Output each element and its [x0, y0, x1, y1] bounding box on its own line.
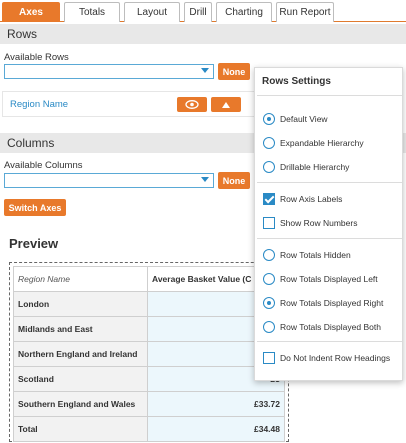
option-row-totals-both[interactable]: Row Totals Displayed Both	[263, 321, 381, 333]
option-label: Row Totals Hidden	[280, 250, 351, 260]
columns-none-button[interactable]: None	[218, 172, 250, 189]
table-row-total: Total £34.48	[13, 416, 285, 442]
preview-table-container: Region Name Average Basket Value (C Lond…	[9, 262, 289, 442]
row-label[interactable]: Scotland	[13, 366, 148, 392]
option-label: Show Row Numbers	[280, 218, 358, 228]
option-row-totals-hidden[interactable]: Row Totals Hidden	[263, 249, 351, 261]
option-row-totals-left[interactable]: Row Totals Displayed Left	[263, 273, 378, 285]
eye-icon[interactable]	[177, 97, 207, 112]
tab-charting[interactable]: Charting	[216, 2, 272, 22]
row-label[interactable]: Northern England and Ireland	[13, 341, 148, 367]
tab-bar: Axes Totals Layout Drill Charting Run Re…	[0, 0, 406, 22]
tab-layout[interactable]: Layout	[124, 2, 180, 22]
cell-value: £34.48	[147, 416, 285, 442]
divider	[257, 238, 402, 239]
option-label: Row Totals Displayed Both	[280, 322, 381, 332]
radio-icon[interactable]	[263, 273, 275, 285]
tab-axes[interactable]: Axes	[2, 2, 60, 22]
preview-table: Region Name Average Basket Value (C Lond…	[13, 266, 285, 442]
row-label[interactable]: Midlands and East	[13, 316, 148, 342]
divider	[257, 95, 402, 96]
option-label: Drillable Hierarchy	[280, 162, 350, 172]
check-row-axis-labels[interactable]: Row Axis Labels	[263, 193, 342, 205]
checkbox-icon[interactable]	[263, 217, 275, 229]
row-label[interactable]: London	[13, 291, 148, 317]
option-row-totals-right[interactable]: Row Totals Displayed Right	[263, 297, 383, 309]
option-label: Default View	[280, 114, 328, 124]
check-show-row-numbers[interactable]: Show Row Numbers	[263, 217, 357, 229]
tab-totals[interactable]: Totals	[64, 2, 120, 22]
switch-axes-button[interactable]: Switch Axes	[4, 199, 66, 216]
option-label: Expandable Hierarchy	[280, 138, 364, 148]
region-name-label[interactable]: Region Name	[10, 99, 68, 110]
available-columns-label: Available Columns	[4, 160, 83, 171]
checkbox-checked-icon[interactable]	[263, 193, 275, 205]
radio-selected-icon[interactable]	[263, 113, 275, 125]
option-label: Row Totals Displayed Left	[280, 274, 378, 284]
option-label: Row Axis Labels	[280, 194, 343, 204]
available-rows-select[interactable]	[4, 64, 214, 79]
chevron-down-icon	[201, 68, 209, 73]
option-expandable-hierarchy[interactable]: Expandable Hierarchy	[263, 137, 364, 149]
table-row: Scotland £3	[13, 366, 285, 392]
tab-run-report[interactable]: Run Report	[276, 2, 334, 22]
table-row: Midlands and East £3	[13, 316, 285, 342]
option-default-view[interactable]: Default View	[263, 113, 328, 125]
checkbox-icon[interactable]	[263, 352, 275, 364]
radio-icon[interactable]	[263, 161, 275, 173]
row-item-region-name: Region Name	[2, 91, 264, 117]
cell-value: £33.72	[147, 391, 285, 417]
available-columns-select[interactable]	[4, 173, 214, 188]
tab-drill[interactable]: Drill	[184, 2, 212, 22]
check-do-not-indent[interactable]: Do Not Indent Row Headings	[263, 352, 390, 364]
arrow-up-icon[interactable]	[211, 97, 241, 112]
row-label[interactable]: Southern England and Wales	[13, 391, 148, 417]
available-rows-label: Available Rows	[4, 52, 69, 63]
table-row: Northern England and Ireland £3	[13, 341, 285, 367]
divider	[257, 182, 402, 183]
rows-section-header: Rows	[0, 24, 406, 44]
table-row: Southern England and Wales £33.72	[13, 391, 285, 417]
radio-icon[interactable]	[263, 249, 275, 261]
preview-title: Preview	[9, 236, 59, 251]
option-label: Row Totals Displayed Right	[280, 298, 384, 308]
panel-title: Rows Settings	[262, 76, 331, 87]
radio-icon[interactable]	[263, 137, 275, 149]
table-row: London £3	[13, 291, 285, 317]
chevron-down-icon	[201, 177, 209, 182]
table-header-row: Region Name Average Basket Value (C	[13, 266, 285, 292]
radio-icon[interactable]	[263, 321, 275, 333]
rows-none-button[interactable]: None	[218, 63, 250, 80]
radio-selected-icon[interactable]	[263, 297, 275, 309]
row-label[interactable]: Total	[13, 416, 148, 442]
rows-settings-panel: Rows Settings Default View Expandable Hi…	[254, 67, 403, 381]
divider	[257, 341, 402, 342]
column-header-region-name[interactable]: Region Name	[13, 266, 148, 292]
option-drillable-hierarchy[interactable]: Drillable Hierarchy	[263, 161, 349, 173]
option-label: Do Not Indent Row Headings	[280, 353, 391, 363]
